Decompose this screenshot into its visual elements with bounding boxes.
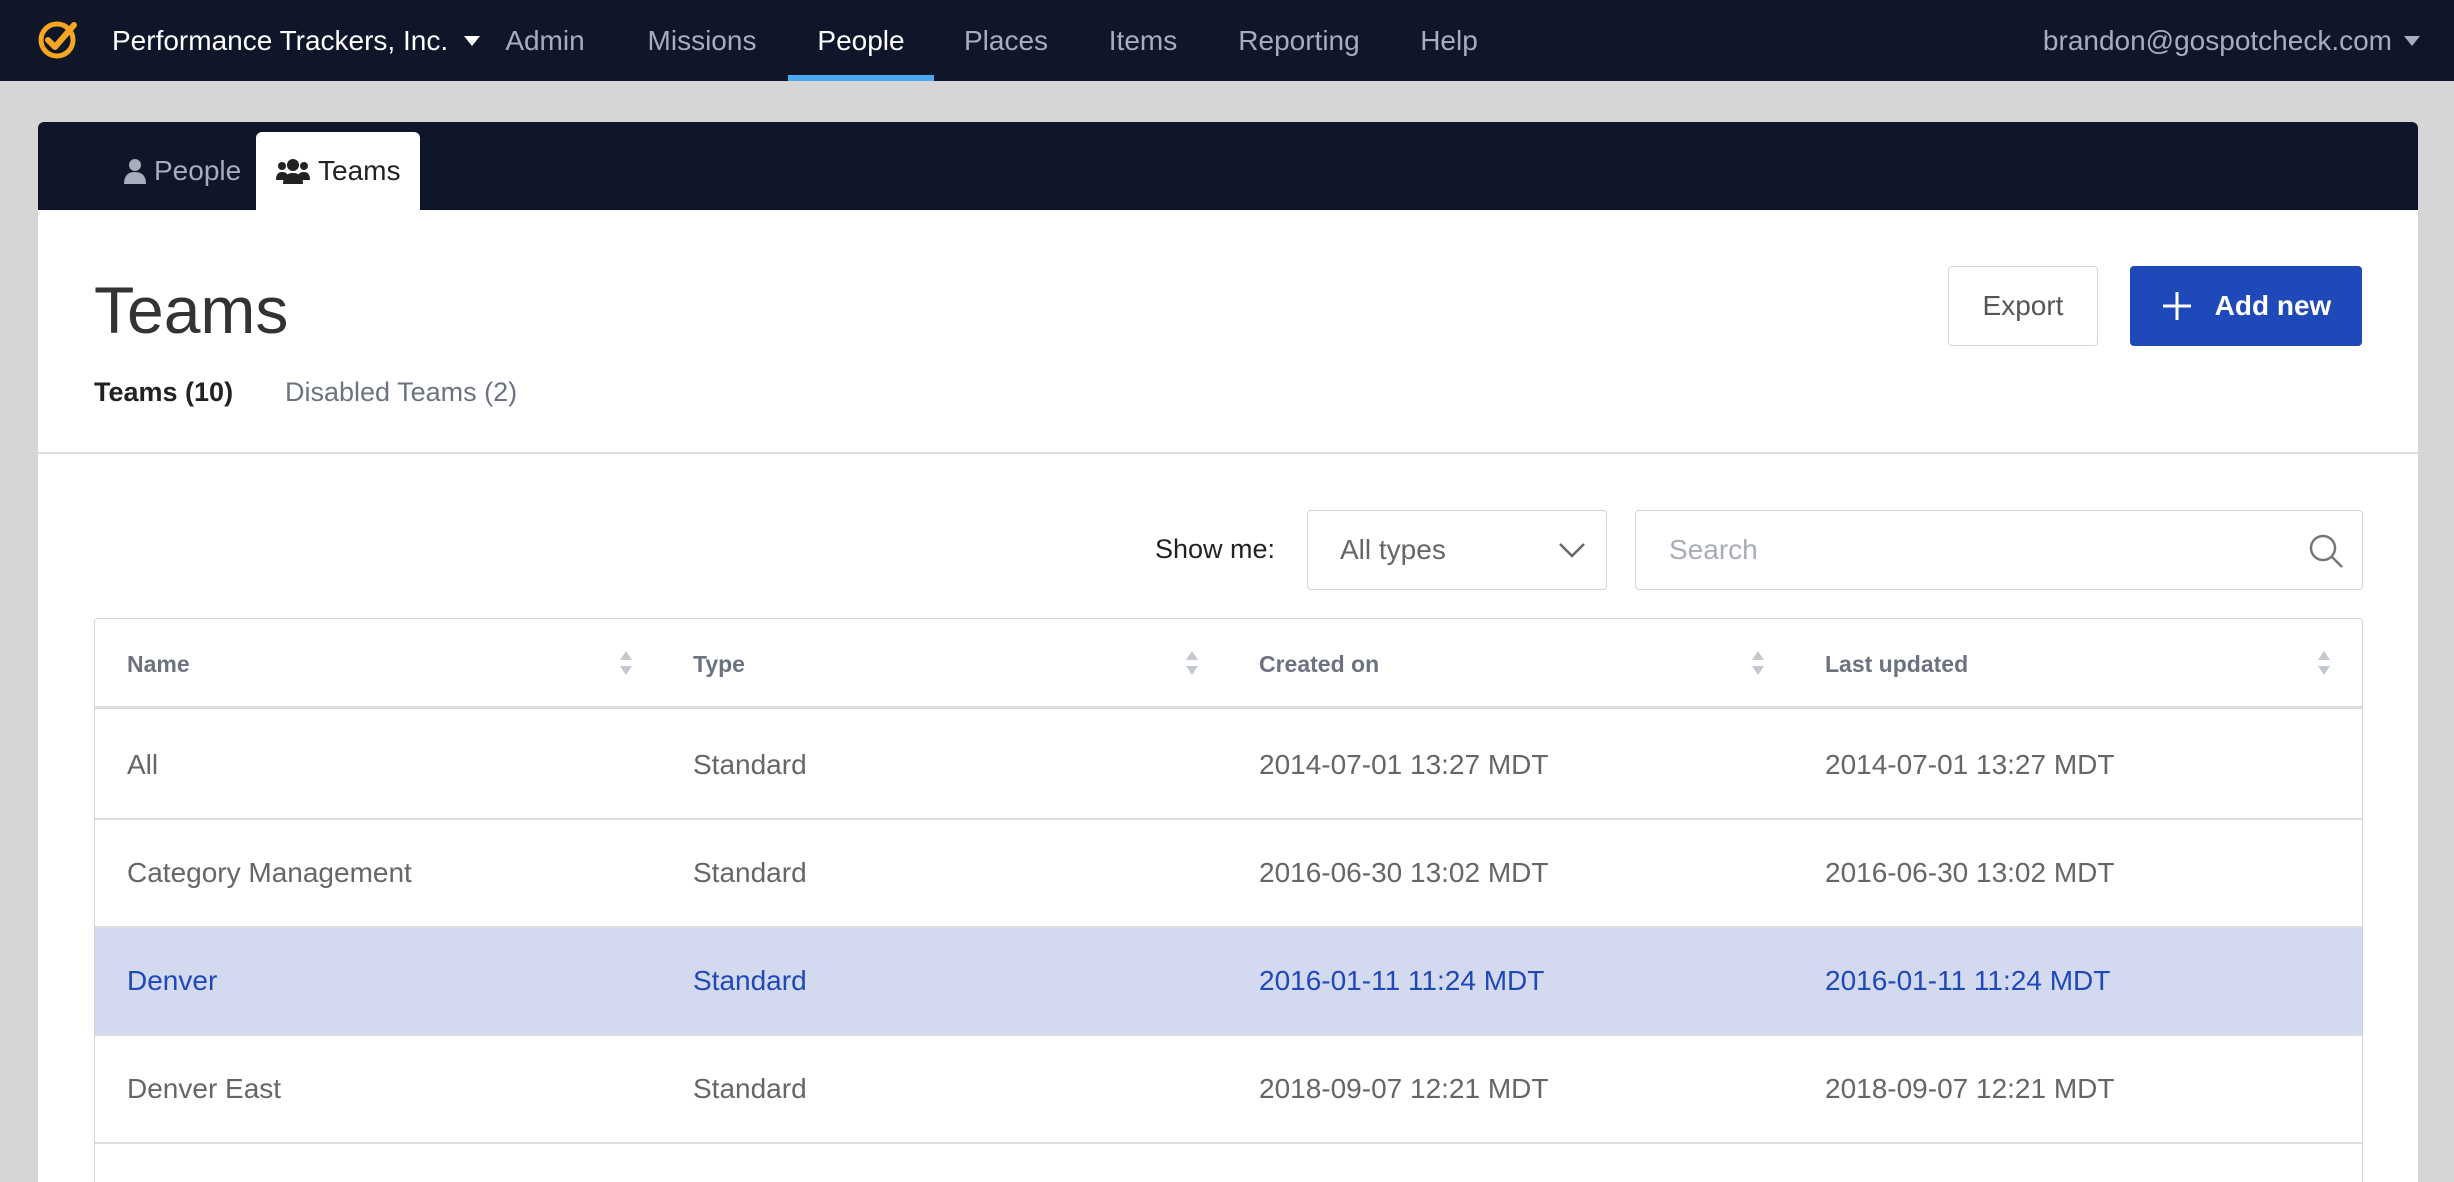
cell-type: Standard bbox=[693, 857, 807, 888]
filter-tab-disabled-teams[interactable]: Disabled Teams (2) bbox=[285, 377, 517, 408]
cell-name: Category Management bbox=[127, 857, 412, 888]
table-header: Name Type Created on Last updated bbox=[95, 619, 2362, 709]
type-select-value: All types bbox=[1340, 534, 1446, 565]
column-header-label: Type bbox=[693, 650, 745, 677]
search-box bbox=[1635, 510, 2363, 590]
nav-item-reporting[interactable]: Reporting bbox=[1226, 0, 1372, 81]
nav-item-places[interactable]: Places bbox=[950, 0, 1062, 81]
tab-label: People bbox=[154, 155, 242, 186]
sort-icon bbox=[620, 651, 632, 675]
table-row-selected[interactable]: Denver Standard 2016-01-11 11:24 MDT 201… bbox=[95, 928, 2362, 1036]
show-me-label: Show me: bbox=[1155, 534, 1276, 564]
table-row[interactable]: All Standard 2014-07-01 13:27 MDT 2014-0… bbox=[95, 712, 2362, 820]
chevron-down-icon bbox=[1559, 543, 1585, 558]
column-header-label: Last updated bbox=[1825, 650, 1969, 677]
cell-last-updated: 2014-07-01 13:27 MDT bbox=[1825, 749, 2115, 780]
users-icon bbox=[276, 159, 310, 184]
main-panel: People Teams Teams Export Add new Teams … bbox=[38, 122, 2418, 1182]
caret-down-icon bbox=[2404, 35, 2420, 46]
cell-created-on: 2016-06-30 13:02 MDT bbox=[1259, 857, 1549, 888]
column-header-last-updated[interactable]: Last updated bbox=[1793, 619, 2359, 709]
search-icon[interactable] bbox=[2308, 533, 2344, 569]
filter-tab-teams[interactable]: Teams (10) bbox=[94, 377, 233, 408]
type-select[interactable]: All types bbox=[1307, 510, 1607, 590]
cell-type: Standard bbox=[693, 965, 807, 996]
column-header-label: Created on bbox=[1259, 650, 1380, 677]
cell-created-on: 2014-07-01 13:27 MDT bbox=[1259, 749, 1549, 780]
cell-name: Denver East bbox=[127, 1073, 282, 1104]
divider bbox=[38, 452, 2418, 454]
cell-type: Standard bbox=[693, 749, 807, 780]
caret-down-icon bbox=[464, 35, 481, 46]
sort-icon bbox=[1186, 651, 1198, 675]
cell-last-updated: 2016-01-11 11:24 MDT bbox=[1825, 965, 2111, 996]
column-header-created-on[interactable]: Created on bbox=[1227, 619, 1793, 709]
tab-label: Teams bbox=[318, 155, 401, 186]
organization-switcher[interactable]: Performance Trackers, Inc. bbox=[112, 0, 481, 81]
page-title: Teams bbox=[94, 273, 289, 347]
sort-icon bbox=[2318, 651, 2330, 675]
tab-people[interactable]: People bbox=[104, 132, 261, 210]
column-header-type[interactable]: Type bbox=[661, 619, 1227, 709]
cell-name: Denver bbox=[127, 965, 218, 996]
user-menu[interactable]: brandon@gospotcheck.com bbox=[2043, 0, 2420, 81]
cell-last-updated: 2016-06-30 13:02 MDT bbox=[1825, 857, 2115, 888]
table-row[interactable]: Denver East Standard 2018-09-07 12:21 MD… bbox=[95, 1036, 2362, 1144]
user-email: brandon@gospotcheck.com bbox=[2042, 24, 2392, 56]
nav-item-admin[interactable]: Admin bbox=[482, 0, 608, 81]
nav-item-people[interactable]: People bbox=[788, 0, 934, 81]
table-row[interactable]: Category Management Standard 2016-06-30 … bbox=[95, 820, 2362, 928]
organization-name: Performance Trackers, Inc. bbox=[112, 24, 449, 56]
plus-icon bbox=[2162, 292, 2191, 320]
sort-icon bbox=[1752, 651, 1764, 675]
search-input[interactable] bbox=[1637, 512, 2277, 588]
nav-item-items[interactable]: Items bbox=[1098, 0, 1188, 81]
cell-created-on: 2018-09-07 12:21 MDT bbox=[1259, 1073, 1549, 1104]
export-button[interactable]: Export bbox=[1948, 266, 2098, 346]
top-nav-bar: Performance Trackers, Inc. Admin Mission… bbox=[0, 0, 2454, 81]
column-header-name[interactable]: Name bbox=[95, 619, 661, 709]
cell-type: Standard bbox=[693, 1073, 807, 1104]
column-header-label: Name bbox=[127, 650, 190, 677]
sub-tab-strip: People Teams bbox=[38, 122, 2418, 210]
nav-item-help[interactable]: Help bbox=[1410, 0, 1488, 81]
cell-created-on: 2016-01-11 11:24 MDT bbox=[1259, 965, 1545, 996]
tab-teams[interactable]: Teams bbox=[256, 132, 421, 210]
cell-name: All bbox=[127, 749, 159, 780]
user-icon bbox=[124, 159, 146, 184]
gospotcheck-logo-icon[interactable] bbox=[36, 19, 78, 61]
add-new-button[interactable]: Add new bbox=[2130, 266, 2362, 346]
add-new-label: Add new bbox=[2214, 290, 2332, 321]
teams-table: Name Type Created on Last updated All St… bbox=[94, 618, 2363, 1182]
nav-item-missions[interactable]: Missions bbox=[628, 0, 776, 81]
cell-last-updated: 2018-09-07 12:21 MDT bbox=[1825, 1073, 2115, 1104]
